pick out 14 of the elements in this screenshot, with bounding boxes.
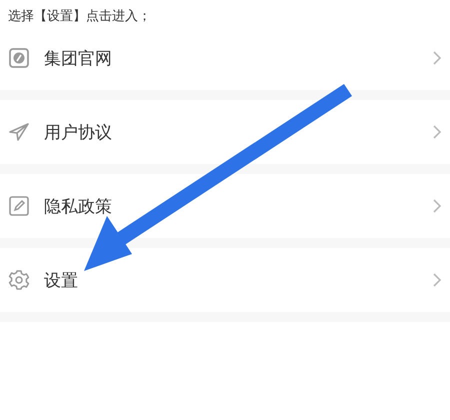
menu-label: 设置 xyxy=(44,270,79,292)
chevron-icon xyxy=(432,272,442,288)
chevron-icon xyxy=(432,198,442,214)
menu-item[interactable]: 集团官网 xyxy=(0,26,450,100)
paper-plane-icon xyxy=(8,121,30,143)
chevron-icon xyxy=(432,50,442,66)
instruction-text: 选择【设置】点击进入； xyxy=(7,8,152,26)
menu-label: 集团官网 xyxy=(44,48,113,70)
chevron-icon xyxy=(432,124,442,140)
settings-icon xyxy=(8,269,30,291)
menu-label: 隐私政策 xyxy=(44,196,113,218)
menu-label: 用户协议 xyxy=(44,122,113,144)
compass-icon xyxy=(8,47,30,69)
pencil-icon xyxy=(8,195,30,217)
